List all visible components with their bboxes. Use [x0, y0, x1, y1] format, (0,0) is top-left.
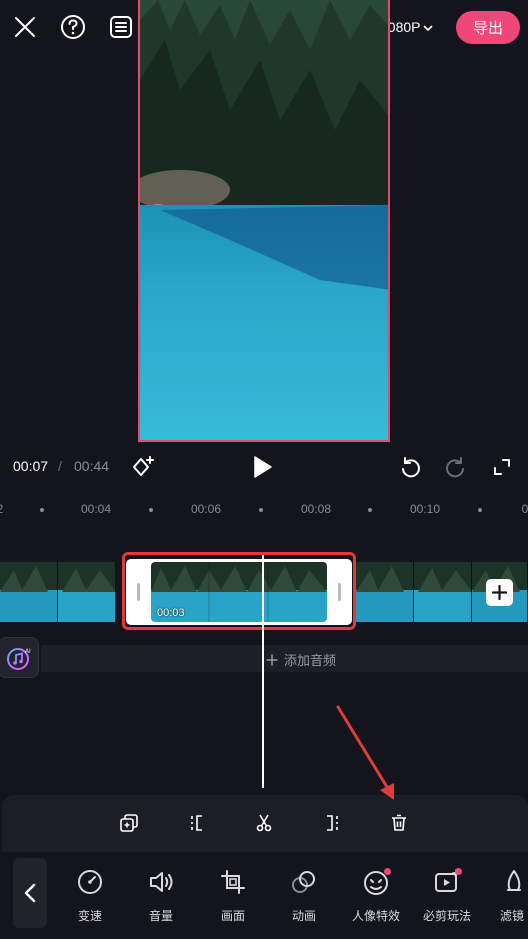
animation-icon: [292, 871, 315, 893]
time-separator: /: [58, 458, 62, 474]
nav-item-face-effect[interactable]: 人像特效: [346, 868, 406, 928]
redo-icon[interactable]: [443, 454, 469, 480]
ai-music-icon: AI: [6, 647, 31, 670]
volume-icon: [150, 872, 173, 892]
chevron-left-icon: [24, 883, 36, 903]
ruler-tick-label: 00:06: [190, 502, 222, 516]
close-icon[interactable]: [10, 12, 40, 42]
nav-item-label: 必剪玩法: [422, 909, 471, 923]
add-audio-label: 添加音频: [284, 653, 337, 668]
clip-thumbnail: [58, 562, 116, 622]
trim-end-icon[interactable]: [320, 812, 344, 834]
clip-trim-handle-left[interactable]: [137, 583, 140, 601]
nav-item-label: 音量: [148, 909, 173, 923]
nav-item-label: 人像特效: [351, 909, 400, 923]
delete-icon[interactable]: [387, 812, 411, 834]
nav-item-filter[interactable]: 滤镜: [488, 868, 528, 928]
current-time: 00:07: [13, 458, 49, 474]
list-icon[interactable]: [106, 12, 136, 42]
filter-icon: [507, 870, 521, 891]
plus-icon: [492, 585, 507, 600]
help-icon[interactable]: [58, 12, 88, 42]
clip-thumbnail: [0, 562, 58, 622]
total-time: 00:44: [74, 458, 110, 474]
ruler-tick-label: 2: [0, 502, 3, 516]
ai-music-button[interactable]: AI: [0, 637, 39, 678]
crop-icon: [221, 870, 245, 894]
clip-thumbnail: [356, 562, 414, 622]
ruler-tick-dot: [40, 508, 44, 512]
clip-thumbnail: [414, 562, 472, 622]
ruler-tick-dot: [368, 508, 372, 512]
add-clip-button[interactable]: [486, 579, 513, 606]
ruler-tick-label: 00:10: [409, 502, 441, 516]
add-audio-button[interactable]: 添加音频: [266, 650, 336, 669]
nav-item-label: 画面: [220, 909, 245, 923]
export-button[interactable]: 导出: [456, 11, 520, 44]
ruler-tick-label: 00:04: [80, 502, 112, 516]
nav-item-speed[interactable]: 变速: [60, 868, 120, 928]
clip-duration: 00:03: [157, 607, 185, 619]
plus-icon: [266, 654, 278, 665]
nav-item-volume[interactable]: 音量: [131, 868, 191, 928]
split-icon[interactable]: [252, 812, 276, 834]
nav-item-magic-play[interactable]: 必剪玩法: [417, 868, 477, 928]
ruler-tick-dot: [149, 508, 153, 512]
new-badge-dot: [455, 868, 462, 875]
play-icon[interactable]: [249, 454, 275, 480]
ruler-tick-dot: [478, 508, 482, 512]
speed-icon: [78, 870, 102, 894]
svg-text:AI: AI: [25, 649, 31, 655]
ruler-tick-label: 00:08: [300, 502, 332, 516]
trim-start-icon[interactable]: [185, 812, 209, 834]
nav-item-label: 变速: [77, 909, 102, 923]
nav-item-crop[interactable]: 画面: [203, 868, 263, 928]
ruler-tick-label: 0: [521, 502, 528, 516]
chevron-down-icon: [423, 19, 434, 35]
new-badge-dot: [384, 868, 391, 875]
clip-trim-handle-right[interactable]: [338, 583, 341, 601]
playhead[interactable]: [262, 555, 264, 788]
back-button[interactable]: [13, 858, 47, 928]
playback-bar: 00:07 / 00:44: [0, 446, 528, 488]
keyframe-add-icon[interactable]: [130, 454, 156, 480]
fullscreen-icon[interactable]: [489, 454, 515, 480]
nav-item-label: 滤镜: [500, 909, 525, 923]
video-preview[interactable]: [138, 0, 390, 442]
nav-item-animation[interactable]: 动画: [274, 868, 334, 928]
time-ruler[interactable]: 2 00:04 00:06 00:08 00:10 0: [0, 495, 528, 523]
ruler-tick-dot: [259, 508, 263, 512]
copy-clip-icon[interactable]: [117, 812, 141, 834]
preview-frame-image: [140, 0, 388, 440]
undo-icon[interactable]: [397, 454, 423, 480]
nav-item-label: 动画: [291, 909, 316, 923]
